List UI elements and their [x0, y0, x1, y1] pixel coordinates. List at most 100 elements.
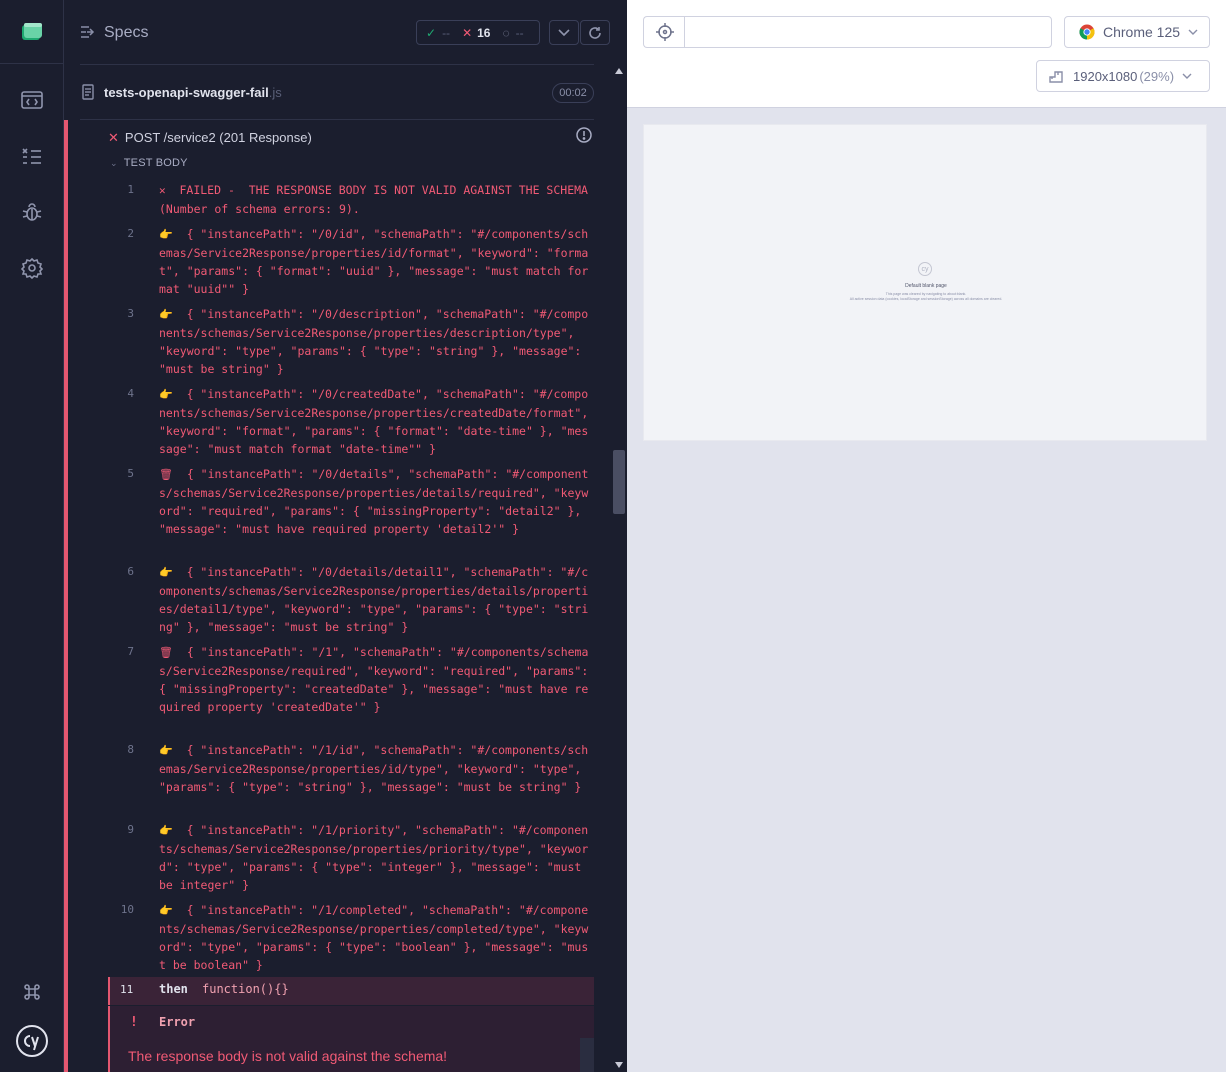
scroll-down-arrow[interactable]: [615, 1062, 623, 1068]
command-message: function(){}: [202, 982, 289, 996]
runs-icon[interactable]: [18, 86, 46, 114]
command-log: 1 ✕ FAILED - THE RESPONSE BODY IS NOT VAL…: [108, 177, 594, 977]
command-message: 👉 { "instancePath": "/1/id", "schemaPath…: [159, 741, 589, 796]
crosshair-icon: [655, 23, 674, 41]
pending-spinner-icon: ◌: [502, 25, 510, 40]
pointing-hand-icon: 👉: [159, 904, 173, 917]
command-row[interactable]: 9 👉 { "instancePath": "/1/priority", "sch…: [108, 821, 594, 893]
chevron-down-icon: [1188, 29, 1198, 35]
error-scrollbar[interactable]: [580, 1038, 594, 1072]
debug-bug-icon[interactable]: [18, 198, 46, 226]
command-row[interactable]: 4 👉 { "instancePath": "/0/createdDate", "…: [108, 385, 594, 457]
keyboard-shortcuts-icon[interactable]: [18, 978, 46, 1006]
command-message: 👉 { "instancePath": "/0/id", "schemaPath…: [159, 225, 589, 298]
nav-rail: [0, 0, 64, 1072]
test-body-section[interactable]: ⌄ TEST BODY: [110, 157, 188, 169]
command-message: 👉 { "instancePath": "/0/details/detail1"…: [159, 563, 589, 636]
reporter-header: Specs ✓ -- ✕ 16 ◌ --: [64, 0, 627, 64]
command-number: 1: [127, 183, 134, 196]
rerun-button[interactable]: [580, 20, 610, 45]
command-message: 👉 { "instancePath": "/0/createdDate", "s…: [159, 385, 589, 458]
command-number: 10: [120, 903, 134, 916]
spec-title-row: tests-openapi-swagger-fail.js 00:02: [80, 64, 594, 120]
error-icon: !: [130, 1015, 138, 1030]
command-message: 👉 { "instancePath": "/0/description", "s…: [159, 305, 589, 378]
specs-list-icon[interactable]: [18, 142, 46, 170]
blank-page-title: Default blank page: [905, 283, 947, 289]
cypress-logo-icon[interactable]: [15, 1024, 49, 1058]
spec-duration: 00:02: [552, 83, 594, 103]
test-title[interactable]: ✕ POST /service2 (201 Response): [108, 130, 312, 146]
viewport-select[interactable]: 1920x1080 (29%): [1036, 60, 1210, 92]
spec-ext: .js: [268, 85, 282, 100]
reporter-panel: Specs ✓ -- ✕ 16 ◌ -- tests-openapi-swagg…: [64, 0, 627, 1072]
browser-select[interactable]: Chrome 125: [1064, 16, 1210, 48]
command-name: then: [159, 982, 188, 996]
command-row[interactable]: 7 🗑 { "instancePath": "/1", "schemaPath":…: [108, 643, 594, 733]
document-icon: [82, 84, 94, 105]
failed-x-icon: ✕: [462, 25, 473, 40]
chevron-down-icon: ⌄: [110, 158, 118, 168]
trash-icon: 🗑: [159, 646, 173, 659]
command-text: { "instancePath": "/1/priority", "schema…: [159, 823, 589, 892]
command-text: { "instancePath": "/1/id", "schemaPath":…: [159, 743, 589, 794]
reporter-scrollbar[interactable]: [611, 64, 627, 1072]
command-row[interactable]: 1 ✕ FAILED - THE RESPONSE BODY IS NOT VAL…: [108, 181, 594, 217]
spec-name[interactable]: tests-openapi-swagger-fail.js: [104, 85, 282, 100]
failed-x-icon: ✕: [159, 184, 166, 197]
command-message: 🗑 { "instancePath": "/0/details", "schem…: [159, 465, 589, 538]
command-text: { "instancePath": "/0/description", "sch…: [159, 307, 589, 376]
selector-playground-button[interactable]: [643, 16, 685, 48]
pointing-hand-icon: 👉: [159, 228, 173, 241]
app-logo[interactable]: [0, 0, 64, 64]
scroll-up-arrow[interactable]: [615, 68, 623, 74]
command-number: 2: [127, 227, 134, 240]
specs-toggle-icon[interactable]: [80, 25, 96, 44]
command-row[interactable]: 6 👉 { "instancePath": "/0/details/detail1…: [108, 563, 594, 635]
failed-test-icon: ✕: [108, 130, 119, 145]
settings-gear-icon[interactable]: [18, 254, 46, 282]
cypress-app: Specs ✓ -- ✕ 16 ◌ -- tests-openapi-swagg…: [0, 0, 1226, 1072]
blank-page-note: All active session data (cookies, localS…: [849, 297, 1003, 301]
pointing-hand-icon: 👉: [159, 824, 173, 837]
command-number: 3: [127, 307, 134, 320]
collapse-all-button[interactable]: [549, 20, 579, 45]
command-number: 7: [127, 645, 134, 658]
trash-icon: 🗑: [159, 468, 173, 481]
info-icon[interactable]: [576, 127, 592, 148]
command-number: 6: [127, 565, 134, 578]
command-text: { "instancePath": "/0/details/detail1", …: [159, 565, 589, 634]
command-row[interactable]: 8 👉 { "instancePath": "/1/id", "schemaPat…: [108, 741, 594, 813]
spec-name-text: tests-openapi-swagger-fail: [104, 85, 269, 100]
command-number: 5: [127, 467, 134, 480]
command-number: 9: [127, 823, 134, 836]
aut-header: Chrome 125 1920x1080 (29%): [627, 0, 1226, 108]
url-input[interactable]: [684, 16, 1052, 48]
aut-iframe[interactable]: cy Default blank page This page was clea…: [643, 124, 1207, 441]
chevron-down-icon: [1182, 73, 1192, 79]
test-body-label: TEST BODY: [123, 157, 188, 169]
command-row[interactable]: 5 🗑 { "instancePath": "/0/details", "sche…: [108, 465, 594, 555]
cypress-blank-logo-icon: cy: [918, 262, 932, 276]
command-text: { "instancePath": "/0/id", "schemaPath":…: [159, 227, 589, 296]
scroll-thumb[interactable]: [613, 450, 625, 514]
ruler-icon: [1049, 71, 1063, 83]
viewport-zoom: (29%): [1139, 68, 1175, 84]
specs-label[interactable]: Specs: [104, 24, 148, 42]
error-panel: ! Error The response body is not valid a…: [108, 1006, 594, 1072]
command-message: 👉 { "instancePath": "/1/completed", "sch…: [159, 901, 589, 974]
command-text: FAILED - THE RESPONSE BODY IS NOT VALID …: [159, 183, 588, 216]
command-row[interactable]: 3 👉 { "instancePath": "/0/description", "…: [108, 305, 594, 377]
command-text: { "instancePath": "/0/details", "schemaP…: [159, 467, 589, 536]
chevron-down-icon: [558, 28, 570, 36]
test-stats: ✓ -- ✕ 16 ◌ --: [416, 20, 540, 45]
then-command-row[interactable]: 11 then function(){}: [108, 977, 594, 1005]
chrome-icon: [1079, 24, 1095, 40]
pending-count: --: [515, 25, 524, 40]
blank-page-subtitle: This page was cleared by navigating to a…: [885, 292, 967, 296]
command-number: 4: [127, 387, 134, 400]
command-row[interactable]: 10 👉 { "instancePath": "/1/completed", "s…: [108, 901, 594, 973]
pointing-hand-icon: 👉: [159, 308, 173, 321]
command-message: 👉 { "instancePath": "/1/priority", "sche…: [159, 821, 589, 894]
command-row[interactable]: 2 👉 { "instancePath": "/0/id", "schemaPat…: [108, 225, 594, 297]
